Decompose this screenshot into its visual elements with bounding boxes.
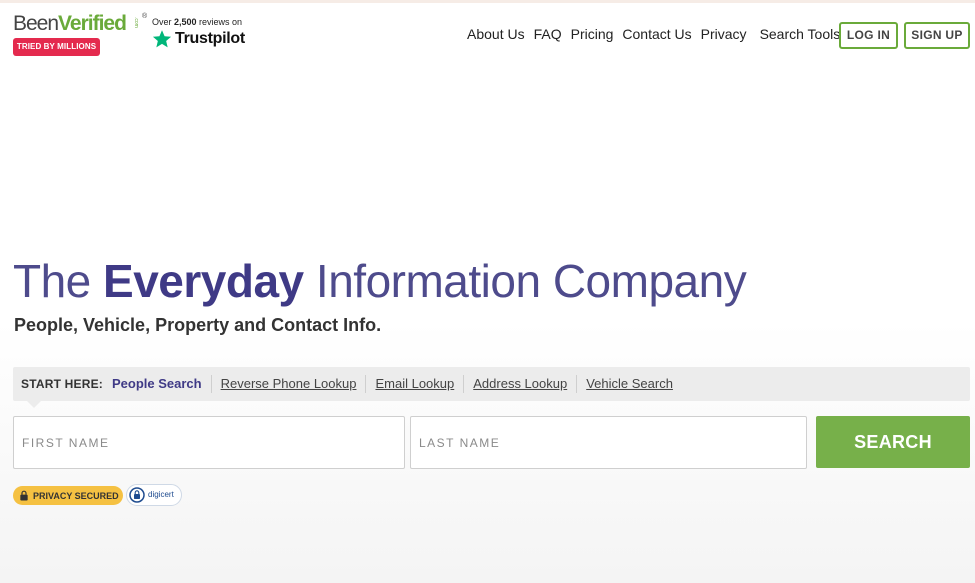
beenverified-logo[interactable]: BeenVerified .com ® TRIED BY MILLIONS xyxy=(13,12,147,56)
nav-about-us[interactable]: About Us xyxy=(467,26,525,42)
logo-reg-mark: ® xyxy=(142,13,148,20)
trustpilot-star-icon xyxy=(152,30,172,48)
privacy-secured-badge: PRIVACY SECURED xyxy=(13,486,123,505)
nav-privacy[interactable]: Privacy xyxy=(701,26,747,42)
digicert-lock-icon xyxy=(129,487,145,503)
tp-suffix: reviews on xyxy=(196,17,243,27)
logo-verified: Verified xyxy=(58,12,127,35)
digicert-seal[interactable]: digicert xyxy=(126,484,182,506)
start-here-label: START HERE: xyxy=(21,377,103,391)
digicert-text: digicert xyxy=(148,490,174,499)
logo-wordmark: BeenVerified xyxy=(13,12,127,35)
tab-address-lookup[interactable]: Address Lookup xyxy=(463,375,576,393)
hero-subline: People, Vehicle, Property and Contact In… xyxy=(14,315,382,335)
lock-icon xyxy=(20,490,28,501)
main-nav: About Us FAQ Pricing Contact Us Privacy … xyxy=(467,26,855,42)
tab-email-lookup[interactable]: Email Lookup xyxy=(365,375,463,393)
trustpilot-badge[interactable]: Over 2,500 reviews on Trustpilot xyxy=(152,17,245,49)
trustpilot-name: Trustpilot xyxy=(175,30,245,47)
privacy-secured-text: PRIVACY SECURED xyxy=(33,490,119,501)
site-header: BeenVerified .com ® TRIED BY MILLIONS Ov… xyxy=(0,3,975,65)
headline-post: Information Company xyxy=(303,255,747,307)
search-button[interactable]: SEARCH xyxy=(816,416,970,468)
search-tools-label: Search Tools xyxy=(759,26,841,42)
tab-people-search[interactable]: People Search xyxy=(112,375,211,393)
signup-button[interactable]: SIGN UP xyxy=(904,22,970,49)
trustpilot-reviews-text: Over 2,500 reviews on xyxy=(152,17,245,28)
nav-contact-us[interactable]: Contact Us xyxy=(622,26,691,42)
tab-vehicle-search[interactable]: Vehicle Search xyxy=(576,375,682,393)
headline-pre: The xyxy=(13,255,104,307)
nav-faq[interactable]: FAQ xyxy=(534,26,562,42)
hero-headline: The Everyday Information Company xyxy=(13,253,747,309)
search-type-tabs: START HERE: People Search Reverse Phone … xyxy=(13,367,970,408)
tp-prefix: Over xyxy=(152,17,175,27)
tab-reverse-phone-lookup[interactable]: Reverse Phone Lookup xyxy=(210,375,366,393)
tried-by-millions-badge: TRIED BY MILLIONS xyxy=(13,38,100,56)
trustpilot-brand: Trustpilot xyxy=(152,29,245,49)
logo-been: Been xyxy=(13,12,59,35)
last-name-input[interactable] xyxy=(410,416,807,469)
headline-bold: Everyday xyxy=(103,255,304,307)
login-button[interactable]: LOG IN xyxy=(839,22,898,49)
nav-pricing[interactable]: Pricing xyxy=(571,26,614,42)
first-name-input[interactable] xyxy=(13,416,405,469)
logo-com: .com xyxy=(133,17,139,28)
tab-pointer xyxy=(27,401,41,408)
tp-count: 2,500 xyxy=(174,17,197,27)
